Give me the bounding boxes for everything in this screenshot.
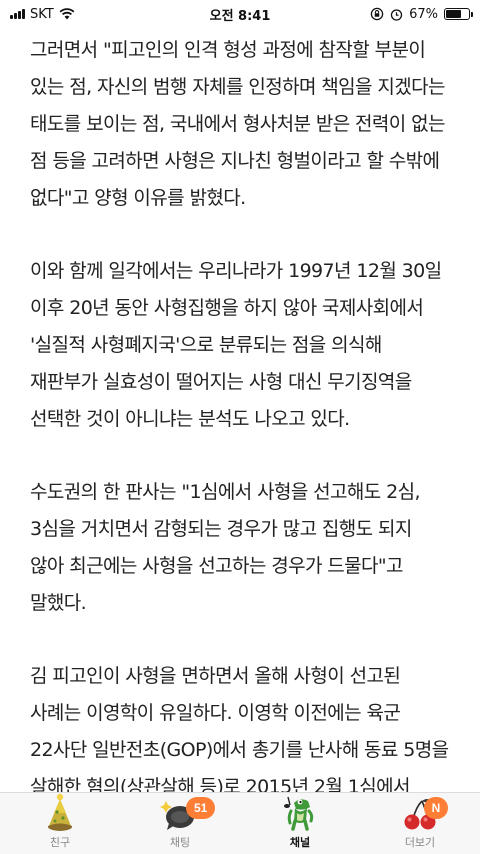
party-hat-friends-icon	[38, 793, 82, 833]
tab-chat[interactable]: 51 채팅	[120, 793, 240, 854]
tab-more[interactable]: N 더보기	[360, 793, 480, 854]
battery-level	[446, 10, 461, 18]
article-body[interactable]: 그러면서 "피고인의 인격 형성 과정에 참작할 부분이 있는 점, 자신의 범…	[0, 28, 480, 792]
more-new-badge: N	[424, 797, 448, 819]
rotation-lock-icon	[370, 7, 384, 21]
chat-unread-badge: 51	[186, 797, 216, 819]
signal-strength-icon	[10, 9, 25, 19]
tab-channel[interactable]: 채널	[240, 793, 360, 854]
tab-label: 채팅	[169, 836, 191, 849]
battery-percent: 67%	[409, 6, 438, 22]
status-bar: SKT 오전 8:41 67%	[0, 0, 480, 28]
tab-label: 채널	[289, 836, 311, 849]
article-paragraph: 수도권의 한 판사는 "1심에서 사형을 선고해도 2심, 3심을 거치면서 감…	[30, 481, 421, 614]
status-right: 67%	[370, 6, 473, 22]
crocodile-channel-icon	[278, 793, 322, 833]
tab-friends[interactable]: 친구	[0, 793, 120, 854]
article-paragraph: 그러면서 "피고인의 인격 형성 과정에 참작할 부분이 있는 점, 자신의 범…	[30, 39, 445, 209]
alarm-icon	[390, 8, 403, 21]
article-paragraph: 김 피고인이 사형을 면하면서 올해 사형이 선고된 사례는 이영학이 유일하다…	[30, 665, 449, 792]
tab-label: 친구	[49, 836, 71, 849]
article-paragraph: 이와 함께 일각에서는 우리나라가 1997년 12월 30일 이후 20년 동…	[30, 260, 442, 430]
battery-icon	[444, 8, 473, 20]
bottom-tab-bar: 친구 51 채팅 채널 N 더보기	[0, 792, 480, 854]
carrier-name: SKT	[30, 6, 54, 22]
status-left: SKT	[10, 7, 75, 22]
tab-label: 더보기	[404, 836, 436, 849]
wifi-icon	[59, 8, 75, 20]
